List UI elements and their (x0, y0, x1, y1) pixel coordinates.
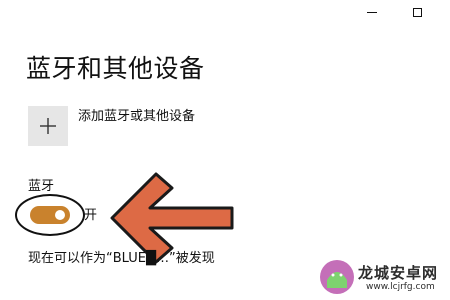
maximize-button[interactable] (405, 2, 429, 22)
page-title: 蓝牙和其他设备 (26, 54, 205, 83)
maximize-icon (412, 7, 422, 17)
add-device-button[interactable] (28, 106, 68, 146)
watermark-brand: 龙城安卓网 (358, 264, 439, 282)
watermark-url: www.lcjrfg.com (366, 282, 435, 292)
android-logo-icon (320, 260, 354, 294)
minimize-icon (367, 11, 377, 13)
discoverable-status: 现在可以作为“BLUE█…”被发现 (28, 251, 215, 266)
plus-icon (40, 118, 56, 134)
add-device-label[interactable]: 添加蓝牙或其他设备 (78, 108, 195, 126)
watermark: 龙城安卓网 www.lcjrfg.com (318, 258, 448, 298)
settings-window: 蓝牙和其他设备 添加蓝牙或其他设备 蓝牙 开 现在可以作为“BLUE█…”被发现… (0, 0, 450, 300)
highlight-ellipse (15, 194, 85, 236)
toggle-state-label: 开 (84, 208, 98, 223)
minimize-button[interactable] (360, 2, 384, 22)
